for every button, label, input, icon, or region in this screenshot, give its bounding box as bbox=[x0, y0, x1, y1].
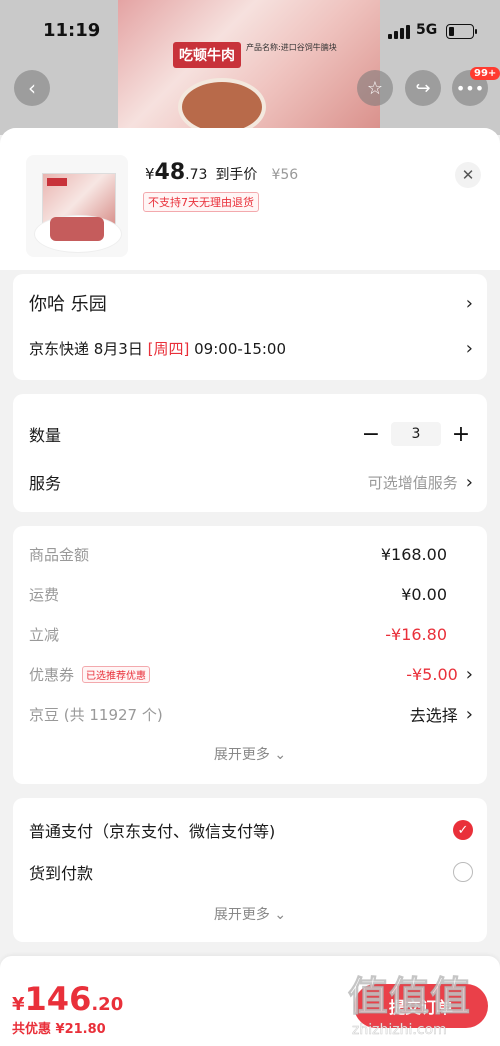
order-confirm-sheet: ¥ 48 .73 到手价 ¥56 不支持7天无理由退货 ✕ 你哈 乐园 › 京东… bbox=[0, 128, 500, 1046]
back-button[interactable]: ‹ bbox=[14, 70, 50, 106]
discount-row: 立减 -¥16.80 bbox=[29, 622, 473, 646]
signal-icon bbox=[388, 25, 410, 39]
total-integer: 146 bbox=[24, 980, 92, 1018]
service-value: 可选增值服务 bbox=[367, 473, 458, 492]
price-integer: 48 bbox=[154, 160, 186, 185]
share-icon[interactable]: ↪ bbox=[405, 70, 441, 106]
chevron-right-icon: › bbox=[465, 703, 473, 725]
original-price: ¥56 bbox=[271, 167, 299, 183]
price-line: ¥ 48 .73 到手价 ¥56 bbox=[145, 160, 298, 185]
coupon-badge: 已选推荐优惠 bbox=[82, 665, 151, 683]
delivery-row[interactable]: 京东快递 8月3日 [周四] 09:00-15:00 › bbox=[29, 336, 473, 360]
product-header: ¥ 48 .73 到手价 ¥56 不支持7天无理由退货 ✕ bbox=[0, 128, 500, 270]
close-button[interactable]: ✕ bbox=[455, 162, 481, 188]
total-savings: 共优惠 ¥21.80 bbox=[12, 1022, 106, 1037]
favorite-star-icon[interactable]: ☆ bbox=[357, 70, 393, 106]
message-badge: 99+ bbox=[470, 67, 500, 80]
address-row[interactable]: 你哈 乐园 › bbox=[29, 290, 473, 316]
quantity-input[interactable]: 3 bbox=[391, 422, 441, 446]
payment-card: 普通支付（京东支付、微信支付等) ✓ 货到付款 展开更多 ⌄ bbox=[13, 798, 487, 942]
price-decimal: .73 bbox=[185, 167, 208, 183]
close-icon: ✕ bbox=[461, 166, 475, 184]
expand-more-button[interactable]: 展开更多 ⌄ bbox=[13, 744, 487, 764]
payment-option-online[interactable]: 普通支付（京东支付、微信支付等) ✓ bbox=[29, 816, 473, 844]
chevron-down-icon: ⌄ bbox=[274, 907, 287, 923]
coupon-row[interactable]: 优惠券 已选推荐优惠 -¥5.00 › bbox=[29, 662, 473, 686]
product-thumbnail[interactable] bbox=[26, 155, 128, 257]
coupon-value: -¥5.00 bbox=[406, 664, 458, 684]
shipping-row: 运费 ¥0.00 bbox=[29, 582, 473, 606]
service-label: 服务 bbox=[29, 474, 62, 493]
battery-icon bbox=[446, 24, 477, 39]
quantity-stepper[interactable]: − 3 + bbox=[359, 422, 473, 447]
payment-option-online-label: 普通支付（京东支付、微信支付等) bbox=[29, 822, 276, 841]
coupon-label: 优惠券 bbox=[29, 665, 75, 684]
delivery-weekday: [周四] bbox=[147, 339, 190, 358]
chevron-right-icon: › bbox=[465, 663, 473, 685]
payment-option-cod-label: 货到付款 bbox=[29, 864, 94, 883]
goods-amount-row: 商品金额 ¥168.00 bbox=[29, 542, 473, 566]
quantity-service-card: 数量 − 3 + 服务 可选增值服务 › bbox=[13, 394, 487, 512]
discount-value: -¥16.80 bbox=[385, 624, 447, 644]
chevron-right-icon: › bbox=[465, 471, 473, 493]
delivery-time: 09:00-15:00 bbox=[194, 339, 287, 358]
payment-expand-more-label: 展开更多 bbox=[213, 907, 270, 923]
quantity-label: 数量 bbox=[29, 426, 62, 445]
chevron-down-icon: ⌄ bbox=[274, 747, 287, 763]
chevron-right-icon: › bbox=[465, 292, 473, 314]
total-price: ¥ 146 .20 bbox=[12, 980, 123, 1018]
shipping-label: 运费 bbox=[29, 585, 60, 604]
recipient-name: 你哈 乐园 bbox=[29, 294, 107, 315]
jd-beans-row[interactable]: 京豆 (共 11927 个) 去选择 › bbox=[29, 702, 473, 726]
jd-beans-label: 京豆 (共 11927 个) bbox=[29, 705, 163, 724]
goods-amount-value: ¥168.00 bbox=[380, 544, 447, 564]
no-return-notice: 不支持7天无理由退货 bbox=[143, 192, 259, 212]
delivery-info: 京东快递 8月3日 [周四] 09:00-15:00 bbox=[29, 338, 286, 359]
goods-amount-label: 商品金额 bbox=[29, 545, 90, 564]
price-currency: ¥ bbox=[145, 165, 155, 183]
watermark-url: zhizhizhi.com bbox=[352, 1022, 447, 1039]
unchecked-radio-icon[interactable] bbox=[453, 862, 473, 882]
total-decimal: .20 bbox=[91, 994, 124, 1015]
price-summary-card: 商品金额 ¥168.00 运费 ¥0.00 立减 -¥16.80 优惠券 已选推… bbox=[13, 526, 487, 784]
service-row[interactable]: 服务 可选增值服务 › bbox=[29, 468, 473, 496]
shipping-value: ¥0.00 bbox=[401, 584, 447, 604]
price-label: 到手价 bbox=[215, 167, 258, 183]
total-currency: ¥ bbox=[12, 994, 25, 1015]
minus-button[interactable]: − bbox=[359, 422, 383, 447]
plus-button[interactable]: + bbox=[449, 422, 473, 447]
chevron-right-icon: › bbox=[465, 337, 473, 359]
jd-beans-value: 去选择 bbox=[409, 706, 458, 725]
checked-radio-icon[interactable]: ✓ bbox=[453, 820, 473, 840]
status-bar: 11:19 5G bbox=[0, 0, 500, 62]
discount-label: 立减 bbox=[29, 625, 60, 644]
address-card[interactable]: 你哈 乐园 › 京东快递 8月3日 [周四] 09:00-15:00 › bbox=[13, 274, 487, 380]
expand-more-label: 展开更多 bbox=[213, 747, 270, 763]
delivery-date: 京东快递 8月3日 bbox=[29, 339, 143, 358]
payment-option-cod[interactable]: 货到付款 bbox=[29, 858, 473, 886]
watermark-logo: 值值值 bbox=[348, 974, 471, 1021]
product-nav-bar: ‹ 商品 评价 详情 ☆ ↪ ••• bbox=[0, 62, 500, 166]
network-type: 5G bbox=[416, 22, 438, 38]
payment-expand-more-button[interactable]: 展开更多 ⌄ bbox=[13, 904, 487, 924]
quantity-row: 数量 − 3 + bbox=[29, 420, 473, 448]
status-time: 11:19 bbox=[43, 20, 101, 41]
